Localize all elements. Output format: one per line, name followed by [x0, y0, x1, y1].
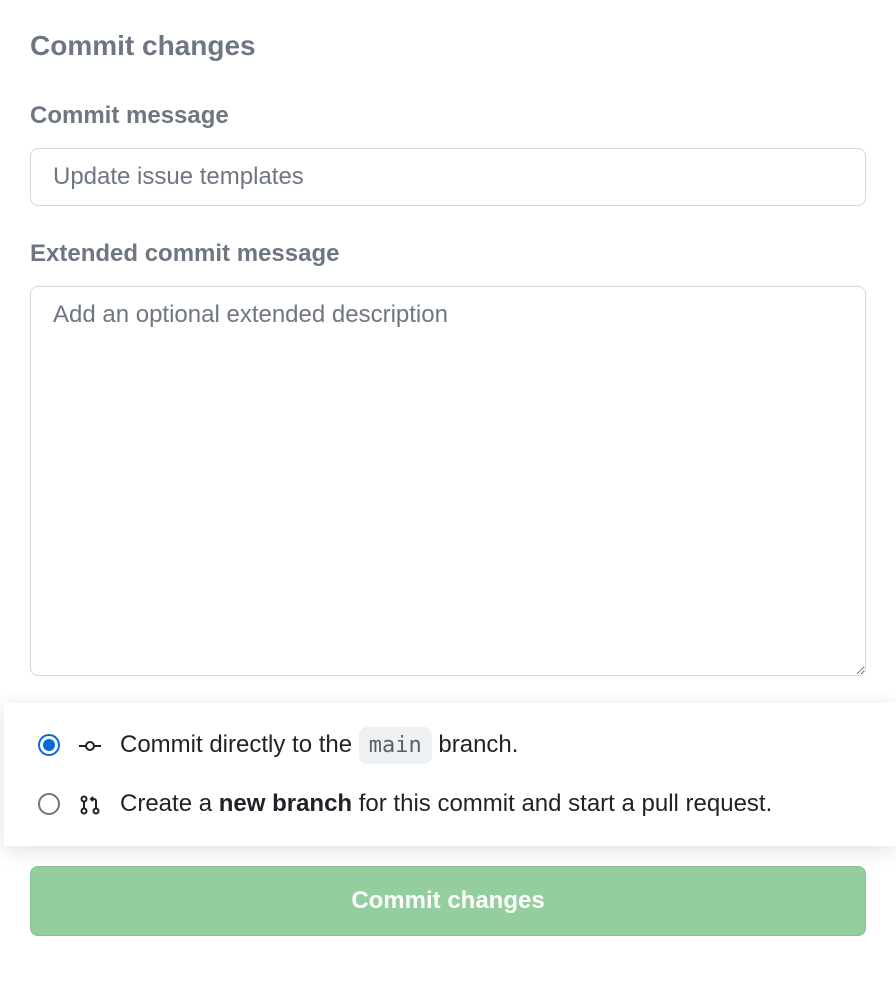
commit-message-group: Commit message	[30, 102, 866, 206]
extended-message-textarea[interactable]	[30, 286, 866, 676]
radio-unselected-icon	[38, 793, 60, 815]
git-commit-icon	[78, 733, 102, 757]
extended-message-group: Extended commit message	[30, 240, 866, 681]
commit-direct-label: Commit directly to the main branch.	[120, 727, 864, 764]
commit-direct-option[interactable]: Commit directly to the main branch.	[38, 727, 864, 764]
commit-changes-button[interactable]: Commit changes	[30, 866, 866, 936]
branch-name-pill: main	[359, 727, 432, 764]
commit-message-input[interactable]	[30, 148, 866, 206]
commit-message-label: Commit message	[30, 102, 866, 130]
radio-selected-icon	[38, 734, 60, 756]
extended-message-label: Extended commit message	[30, 240, 866, 268]
create-branch-label: Create a new branch for this commit and …	[120, 786, 864, 822]
branch-choice-panel: Commit directly to the main branch. Crea…	[4, 703, 896, 846]
page-title: Commit changes	[30, 30, 866, 62]
git-pull-request-icon	[78, 792, 102, 816]
create-branch-option[interactable]: Create a new branch for this commit and …	[38, 786, 864, 822]
